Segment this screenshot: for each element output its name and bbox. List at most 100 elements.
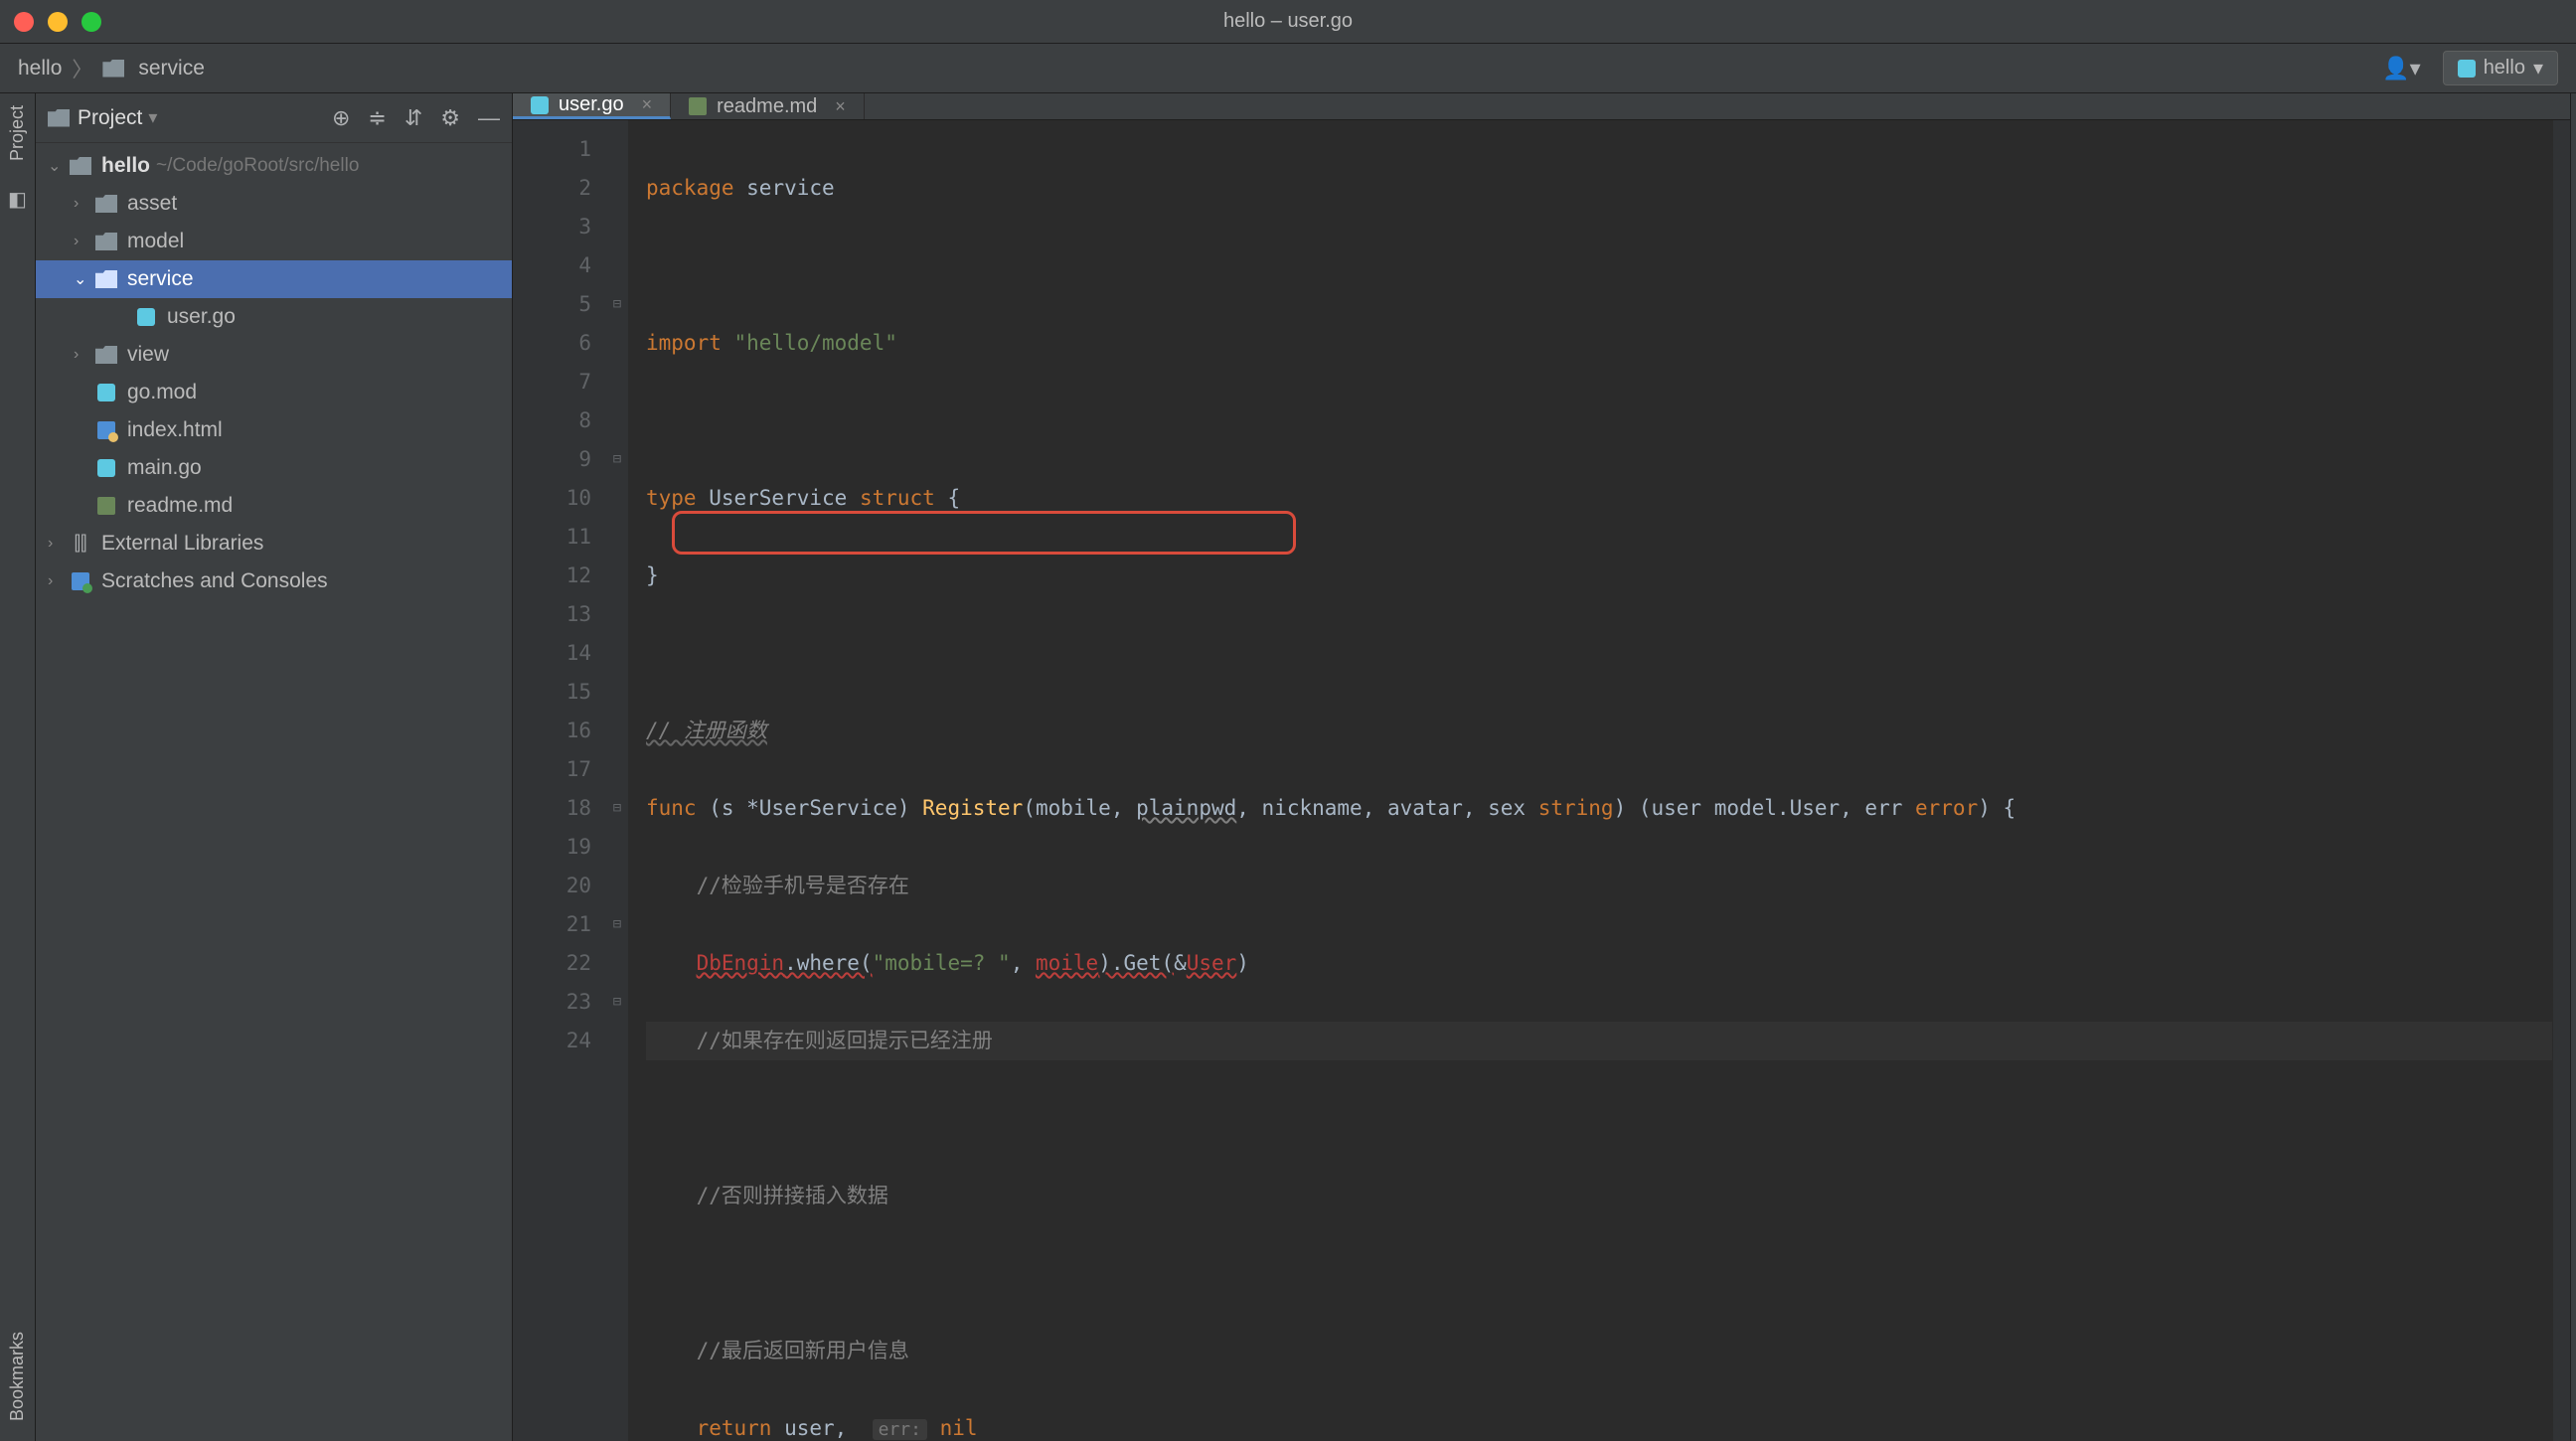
folder-icon <box>95 346 117 364</box>
code-line: // 注册函数 <box>646 712 2552 750</box>
code-line <box>646 634 2552 673</box>
right-tool-rail <box>2570 93 2576 1441</box>
code-line: type UserService struct { <box>646 479 2552 518</box>
panel-actions: ⊕ ≑ ⇵ ⚙ — <box>332 105 500 131</box>
tree-file-usergo[interactable]: user.go <box>36 298 512 336</box>
tree-folder-asset[interactable]: › asset <box>36 185 512 223</box>
tree-label: user.go <box>167 305 236 329</box>
code-line: func (s *UserService) Register(mobile, p… <box>646 789 2552 828</box>
tab-label: user.go <box>559 93 624 116</box>
gear-icon[interactable]: ⚙ <box>440 105 460 131</box>
chevron-right-icon[interactable]: › <box>48 535 68 553</box>
line-number[interactable]: 20 <box>513 867 591 905</box>
breadcrumb[interactable]: hello 〉 service <box>18 54 205 83</box>
line-number[interactable]: 14 <box>513 634 591 673</box>
go-file-icon <box>531 96 549 114</box>
go-file-icon <box>97 459 115 477</box>
line-number[interactable]: 6 <box>513 324 591 363</box>
line-number[interactable]: 23 <box>513 983 591 1022</box>
code-line <box>646 246 2552 285</box>
project-tree[interactable]: ⌄ hello ~/Code/goRoot/src/hello › asset … <box>36 143 512 1441</box>
maximize-icon[interactable] <box>81 12 101 32</box>
tab-usergo[interactable]: user.go × <box>513 93 671 119</box>
code-line: package service <box>646 169 2552 208</box>
folder-icon <box>102 60 124 78</box>
tab-readmemd[interactable]: readme.md × <box>671 93 865 119</box>
breadcrumb-root[interactable]: hello <box>18 57 62 80</box>
tree-file-maingo[interactable]: main.go <box>36 449 512 487</box>
tree-folder-model[interactable]: › model <box>36 223 512 260</box>
tree-scratches[interactable]: › Scratches and Consoles <box>36 562 512 600</box>
line-number[interactable]: 19 <box>513 828 591 867</box>
chevron-right-icon[interactable]: › <box>48 572 68 590</box>
line-number[interactable]: 1 <box>513 130 591 169</box>
tree-external-libraries[interactable]: › ⫿⫿ External Libraries <box>36 525 512 562</box>
tree-folder-service[interactable]: ⌄ service <box>36 260 512 298</box>
minimize-panel-icon[interactable]: — <box>478 105 500 131</box>
tree-file-indexhtml[interactable]: index.html <box>36 411 512 449</box>
breadcrumb-current[interactable]: service <box>138 57 205 80</box>
run-configuration[interactable]: hello ▾ <box>2443 51 2558 85</box>
line-number[interactable]: 10 <box>513 479 591 518</box>
tree-folder-view[interactable]: › view <box>36 336 512 374</box>
chevron-down-icon[interactable]: ⌄ <box>74 269 93 289</box>
window-title: hello – user.go <box>1223 10 1353 33</box>
code-line: //否则拼接插入数据 <box>646 1177 2552 1215</box>
close-icon[interactable]: × <box>835 96 846 117</box>
chevron-right-icon: 〉 <box>72 54 92 83</box>
code-content[interactable]: package service import "hello/model" typ… <box>628 120 2552 1441</box>
rail-project-label[interactable]: Project <box>7 99 28 167</box>
project-panel: Project ▾ ⊕ ≑ ⇵ ⚙ — ⌄ hello ~/Code/goRoo… <box>36 93 513 1441</box>
tree-label: External Libraries <box>101 532 263 556</box>
close-icon[interactable] <box>14 12 34 32</box>
code-line: import "hello/model" <box>646 324 2552 363</box>
chevron-right-icon[interactable]: › <box>74 195 93 213</box>
code-line: DbEngin.where("mobile=? ", moile).Get(&U… <box>646 944 2552 983</box>
go-file-icon <box>97 384 115 401</box>
tree-file-gomod[interactable]: go.mod <box>36 374 512 411</box>
chevron-down-icon[interactable]: ⌄ <box>48 156 68 176</box>
minimize-icon[interactable] <box>48 12 68 32</box>
code-editor[interactable]: 1 2 3 4 5 6 7 8 9 10 11 12 13 14 15 16 1… <box>513 120 2552 1441</box>
go-file-icon <box>137 308 155 326</box>
chevron-down-icon[interactable]: ▾ <box>148 107 157 128</box>
line-number[interactable]: 12 <box>513 557 591 595</box>
line-number[interactable]: 24 <box>513 1022 591 1060</box>
collapse-all-icon[interactable]: ⇵ <box>404 105 422 131</box>
fold-gutter[interactable]: ⊟ ⊟ ⊟ ⊟⊟ <box>606 120 628 1441</box>
line-number[interactable]: 22 <box>513 944 591 983</box>
close-icon[interactable]: × <box>642 94 653 115</box>
tree-root[interactable]: ⌄ hello ~/Code/goRoot/src/hello <box>36 147 512 185</box>
chevron-right-icon[interactable]: › <box>74 233 93 250</box>
line-number[interactable]: 4 <box>513 246 591 285</box>
chevron-right-icon[interactable]: › <box>74 346 93 364</box>
line-number[interactable]: 11 <box>513 518 591 557</box>
line-number[interactable]: 17 <box>513 750 591 789</box>
tree-root-name: hello <box>101 154 150 178</box>
line-number[interactable]: 16 <box>513 712 591 750</box>
tree-file-readmemd[interactable]: readme.md <box>36 487 512 525</box>
line-number[interactable]: 5 <box>513 285 591 324</box>
line-number[interactable]: 18 <box>513 789 591 828</box>
line-number[interactable]: 9 <box>513 440 591 479</box>
line-number[interactable]: 2 <box>513 169 591 208</box>
panel-title[interactable]: Project <box>78 106 142 130</box>
line-gutter[interactable]: 1 2 3 4 5 6 7 8 9 10 11 12 13 14 15 16 1… <box>513 120 606 1441</box>
line-number[interactable]: 7 <box>513 363 591 401</box>
editor-tabs: user.go × readme.md × <box>513 93 2570 120</box>
go-icon <box>2458 60 2476 78</box>
folder-icon <box>70 157 91 175</box>
user-icon[interactable]: 👤▾ <box>2382 56 2420 81</box>
line-number[interactable]: 13 <box>513 595 591 634</box>
bookmark-icon[interactable]: ◧ <box>8 187 27 212</box>
rail-bookmarks-label[interactable]: Bookmarks <box>7 1326 28 1427</box>
line-number[interactable]: 8 <box>513 401 591 440</box>
line-number[interactable]: 21 <box>513 905 591 944</box>
tree-label: service <box>127 267 194 291</box>
html-file-icon <box>97 421 115 439</box>
line-number[interactable]: 15 <box>513 673 591 712</box>
expand-all-icon[interactable]: ≑ <box>368 105 386 131</box>
error-stripe[interactable] <box>2552 120 2570 1441</box>
line-number[interactable]: 3 <box>513 208 591 246</box>
target-icon[interactable]: ⊕ <box>332 105 350 131</box>
